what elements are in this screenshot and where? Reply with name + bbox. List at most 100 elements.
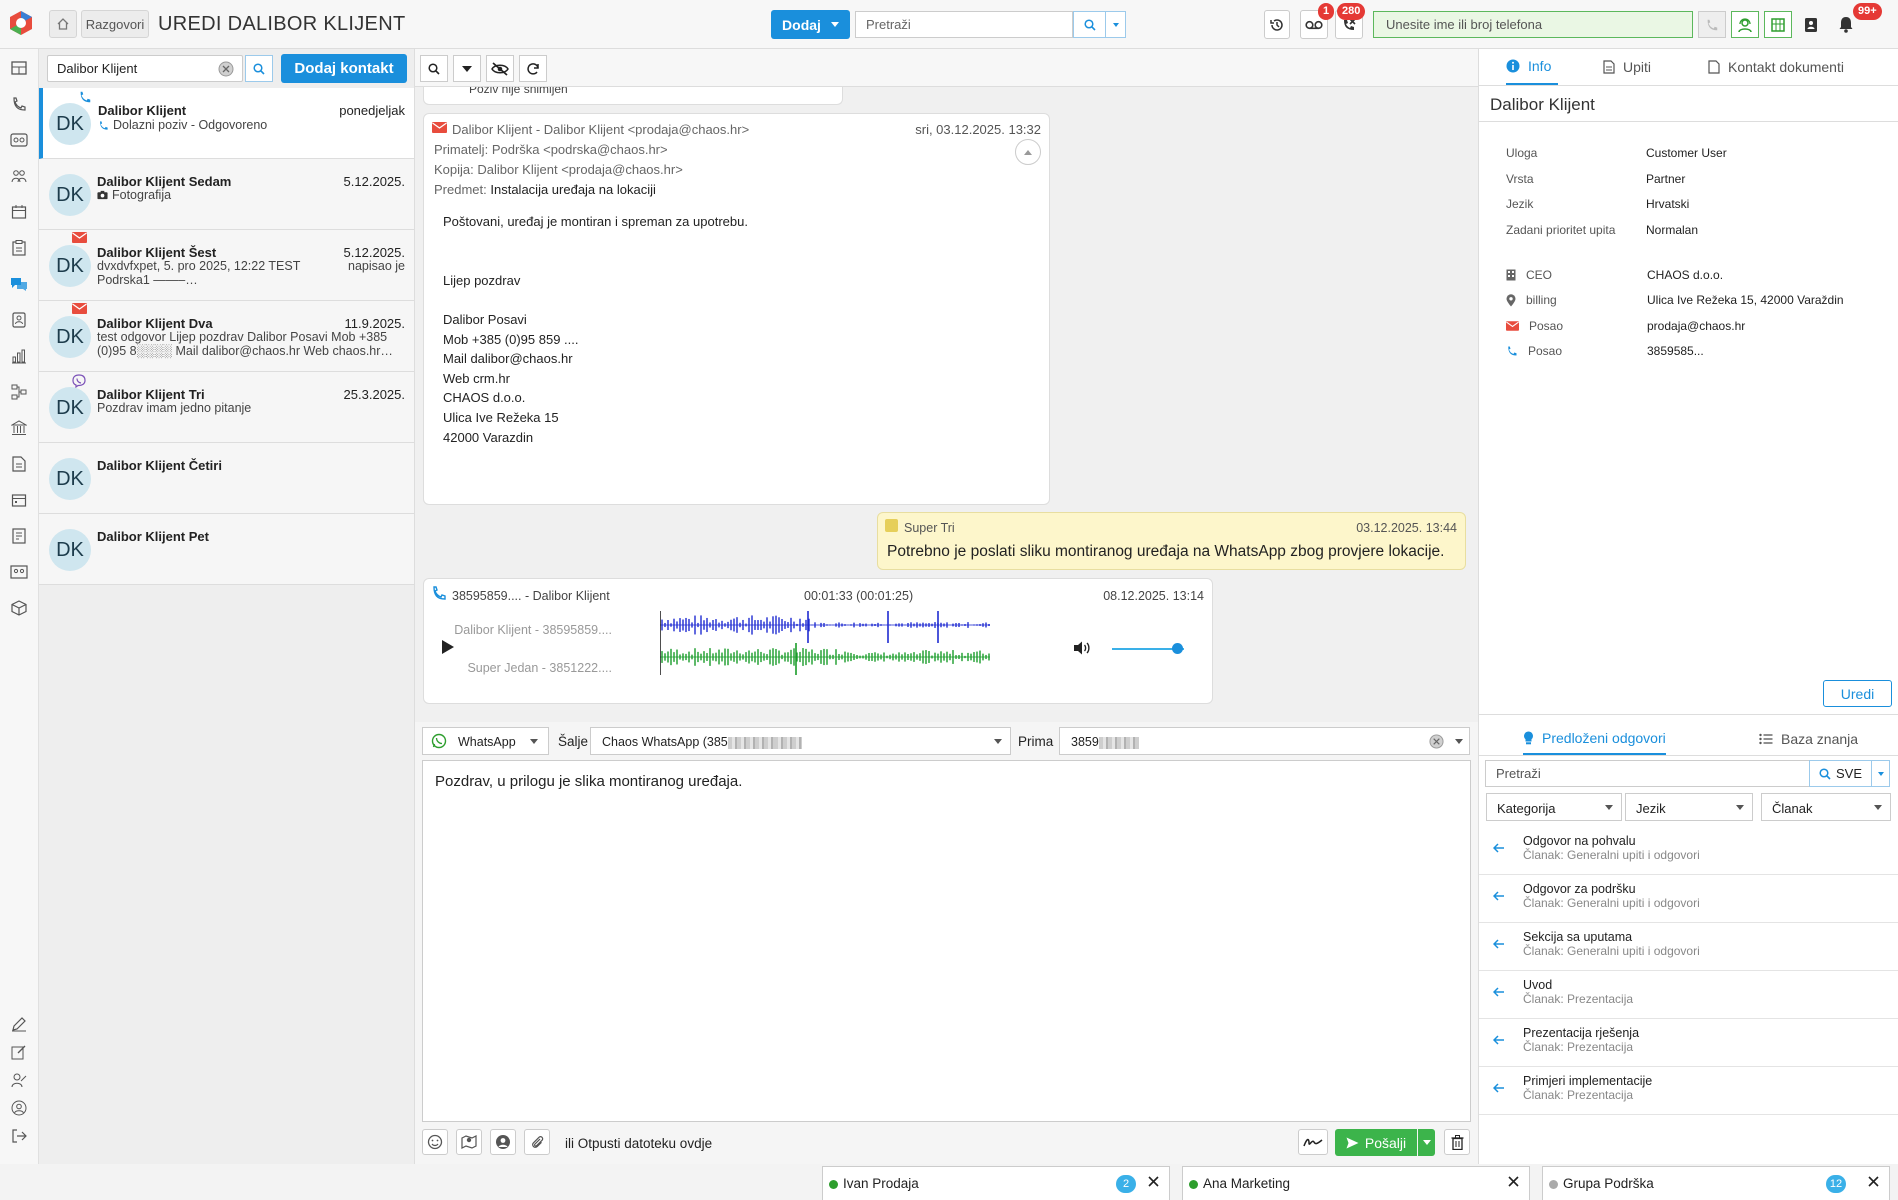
app-logo-icon[interactable] bbox=[8, 10, 34, 36]
sender-select[interactable]: Chaos WhatsApp (385 bbox=[590, 727, 1011, 755]
filter-dropdown-button[interactable] bbox=[453, 55, 481, 82]
filter-category-select[interactable]: Kategorija bbox=[1486, 793, 1622, 821]
attach-button[interactable] bbox=[524, 1129, 550, 1155]
clear-recipient-icon[interactable] bbox=[1429, 734, 1444, 749]
nav-conversations-icon[interactable] bbox=[9, 274, 29, 294]
contact-item[interactable]: DK Dalibor Klijent Šest 5.12.2025. dvxdv… bbox=[39, 230, 414, 301]
nav-groups-icon[interactable] bbox=[9, 562, 29, 582]
nav-compose-icon[interactable] bbox=[9, 1042, 29, 1062]
nav-dashboard-icon[interactable] bbox=[9, 58, 29, 78]
nav-contacts-icon[interactable] bbox=[9, 310, 29, 330]
contact-item[interactable]: DK Dalibor Klijent Tri 25.3.2025. Pozdra… bbox=[39, 372, 414, 443]
queue-button[interactable] bbox=[1764, 11, 1792, 38]
emoji-button[interactable] bbox=[422, 1129, 448, 1155]
filter-article-select[interactable]: Članak bbox=[1761, 793, 1891, 821]
history-button[interactable] bbox=[1264, 10, 1290, 39]
contact-search-button[interactable] bbox=[245, 55, 273, 82]
nav-products-icon[interactable] bbox=[9, 598, 29, 618]
home-button[interactable] bbox=[49, 10, 77, 38]
nav-team-icon[interactable] bbox=[9, 166, 29, 186]
play-icon[interactable] bbox=[441, 639, 455, 655]
contact-card-button[interactable] bbox=[490, 1129, 516, 1155]
volume-slider-handle[interactable] bbox=[1171, 643, 1183, 654]
hide-events-button[interactable] bbox=[486, 55, 514, 82]
nav-calendar-icon[interactable] bbox=[9, 202, 29, 222]
tab-baza-znanja[interactable]: Baza znanja bbox=[1759, 723, 1858, 755]
signature-button[interactable] bbox=[1298, 1129, 1328, 1155]
nav-user-settings-icon[interactable] bbox=[9, 1070, 29, 1090]
nav-voicemail-icon[interactable] bbox=[9, 130, 29, 150]
tab-kontakt-dokumenti[interactable]: Kontakt dokumenti bbox=[1708, 49, 1844, 85]
contact-item[interactable]: DK Dalibor Klijent Sedam 5.12.2025. Foto… bbox=[39, 159, 414, 230]
contact-info-value[interactable]: 3859585... bbox=[1647, 344, 1704, 358]
contact-search-input[interactable] bbox=[47, 55, 243, 82]
add-contact-button[interactable]: Dodaj kontakt bbox=[281, 54, 407, 83]
filter-language-select[interactable]: Jezik bbox=[1625, 793, 1753, 821]
contact-item[interactable]: DK Dalibor Klijent Pet bbox=[39, 514, 414, 585]
scope-dropdown-button[interactable] bbox=[1872, 760, 1890, 787]
suggestion-item[interactable]: Prezentacija rješenja Članak: Prezentaci… bbox=[1479, 1019, 1898, 1067]
agent-status-button[interactable] bbox=[1731, 11, 1759, 38]
contact-item[interactable]: DK Dalibor Klijent Dva 11.9.2025. test o… bbox=[39, 301, 414, 372]
contact-item[interactable]: DK Dalibor Klijent Četiri bbox=[39, 443, 414, 514]
search-dropdown-button[interactable] bbox=[1106, 11, 1126, 38]
tab-predlozeni-odgovori[interactable]: Predloženi odgovori bbox=[1523, 723, 1666, 755]
insert-arrow-icon[interactable] bbox=[1493, 1083, 1505, 1093]
nav-bank-icon[interactable] bbox=[9, 418, 29, 438]
nav-invoices-icon[interactable] bbox=[9, 526, 29, 546]
contact-item[interactable]: DK Dalibor Klijent ponedjeljak Dolazni p… bbox=[39, 88, 414, 159]
nav-schedule-icon[interactable] bbox=[9, 490, 29, 510]
send-button[interactable]: Pošalji bbox=[1335, 1129, 1417, 1156]
search-button[interactable] bbox=[1073, 11, 1106, 38]
panel-splitter[interactable] bbox=[415, 714, 1478, 722]
contacts-book-button[interactable] bbox=[1800, 10, 1822, 39]
insert-arrow-icon[interactable] bbox=[1493, 987, 1505, 997]
tab-upiti[interactable]: Upiti bbox=[1603, 49, 1651, 85]
chat-tab-grupa-podrska[interactable]: Grupa Podrška 12 bbox=[1542, 1166, 1890, 1200]
volume-icon[interactable] bbox=[1073, 640, 1091, 656]
message-textarea[interactable]: Pozdrav, u prilogu je slika montiranog u… bbox=[422, 760, 1471, 1122]
insert-arrow-icon[interactable] bbox=[1493, 843, 1505, 853]
suggestion-search-input[interactable] bbox=[1485, 760, 1815, 787]
edit-contact-button[interactable]: Uredi bbox=[1823, 680, 1892, 707]
global-search-input[interactable] bbox=[855, 11, 1073, 38]
close-icon[interactable] bbox=[1148, 1176, 1159, 1187]
suggestion-item[interactable]: Uvod Članak: Prezentacija bbox=[1479, 971, 1898, 1019]
suggestion-item[interactable]: Primjeri implementacije Članak: Prezenta… bbox=[1479, 1067, 1898, 1115]
nav-workflow-icon[interactable] bbox=[9, 382, 29, 402]
collapse-email-button[interactable] bbox=[1015, 139, 1041, 165]
close-icon[interactable] bbox=[1508, 1176, 1519, 1187]
chat-tab-ivan[interactable]: Ivan Prodaja 2 bbox=[822, 1166, 1170, 1200]
nav-profile-icon[interactable] bbox=[9, 1098, 29, 1118]
tab-info[interactable]: Info bbox=[1506, 49, 1558, 85]
suggestion-item[interactable]: Odgovor na pohvalu Članak: Generalni upi… bbox=[1479, 827, 1898, 875]
insert-arrow-icon[interactable] bbox=[1493, 939, 1505, 949]
location-button[interactable] bbox=[456, 1129, 482, 1155]
search-scope-button[interactable]: SVE bbox=[1809, 760, 1872, 787]
suggestion-item[interactable]: Odgovor za podršku Članak: Generalni upi… bbox=[1479, 875, 1898, 923]
nav-tasks-icon[interactable] bbox=[9, 238, 29, 258]
nav-calls-icon[interactable] bbox=[9, 94, 29, 114]
insert-arrow-icon[interactable] bbox=[1493, 1035, 1505, 1045]
close-icon[interactable] bbox=[1868, 1176, 1879, 1187]
add-button[interactable]: Dodaj bbox=[771, 10, 850, 39]
delete-draft-button[interactable] bbox=[1444, 1129, 1470, 1155]
nav-documents-icon[interactable] bbox=[9, 454, 29, 474]
insert-arrow-icon[interactable] bbox=[1493, 891, 1505, 901]
nav-reports-icon[interactable] bbox=[9, 346, 29, 366]
suggestion-item[interactable]: Sekcija sa uputama Članak: Generalni upi… bbox=[1479, 923, 1898, 971]
search-messages-button[interactable] bbox=[420, 55, 448, 82]
nav-logout-icon[interactable] bbox=[9, 1126, 29, 1146]
audio-waveform[interactable] bbox=[660, 611, 1060, 695]
clear-search-icon[interactable] bbox=[218, 61, 234, 77]
send-options-button[interactable] bbox=[1418, 1129, 1435, 1156]
breadcrumb-razgovori[interactable]: Razgovori bbox=[81, 10, 149, 38]
phone-dial-input[interactable] bbox=[1373, 11, 1693, 38]
nav-edit-icon[interactable] bbox=[9, 1014, 29, 1034]
channel-select[interactable]: WhatsApp bbox=[422, 727, 549, 755]
refresh-button[interactable] bbox=[519, 55, 547, 82]
recipient-select[interactable]: 3859 bbox=[1059, 727, 1470, 755]
chat-tab-ana[interactable]: Ana Marketing bbox=[1182, 1166, 1530, 1200]
contact-info-value[interactable]: prodaja@chaos.hr bbox=[1647, 319, 1745, 333]
call-button[interactable] bbox=[1698, 11, 1726, 38]
